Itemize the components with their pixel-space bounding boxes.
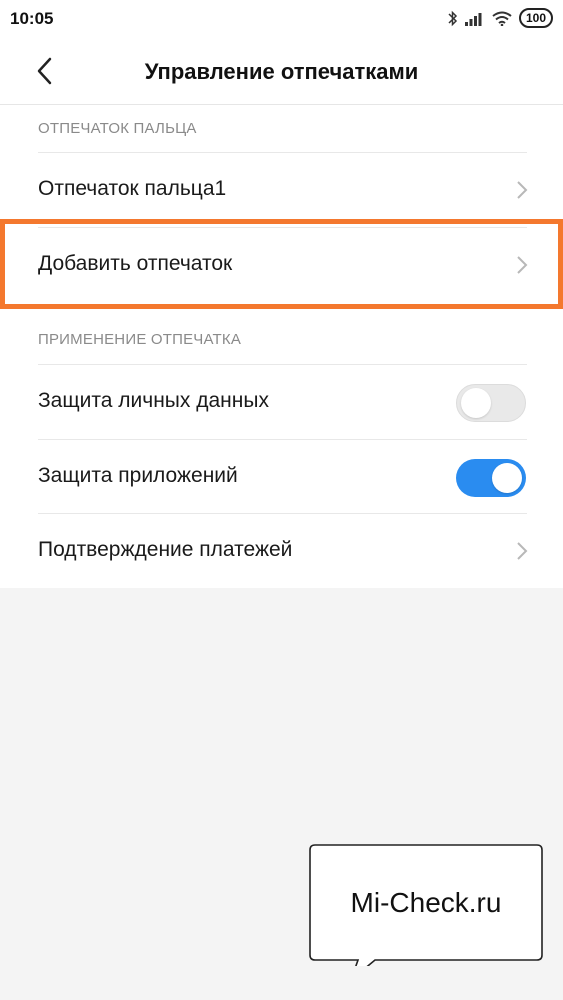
list-item-payment-confirmation[interactable]: Подтверждение платежей: [0, 514, 563, 588]
chevron-right-icon: [517, 542, 528, 560]
chevron-right-icon: [517, 181, 528, 199]
list-item-add-fingerprint[interactable]: Добавить отпечаток: [0, 228, 563, 302]
toggle-knob: [461, 388, 491, 418]
list-item-label: Добавить отпечаток: [38, 252, 233, 275]
list-item-label: Защита приложений: [38, 464, 238, 487]
section-header-fingerprint: ОТПЕЧАТОК ПАЛЬЦА: [38, 120, 197, 137]
wifi-icon: [492, 11, 512, 26]
bluetooth-icon: [448, 10, 458, 26]
app-protection-toggle[interactable]: [456, 459, 526, 497]
toggle-knob: [492, 463, 522, 493]
status-icons: 100: [448, 8, 553, 28]
watermark-text: Mi-Check.ru: [350, 887, 502, 918]
privacy-protection-toggle[interactable]: [456, 384, 526, 422]
list-item-label: Отпечаток пальца1: [38, 177, 227, 200]
settings-screen: 10:05 100 Управление отпечатками ОТПЕЧАТ…: [0, 0, 563, 588]
list-item-label: Подтверждение платежей: [38, 538, 293, 561]
status-time: 10:05: [10, 9, 54, 28]
battery-indicator: 100: [518, 8, 553, 28]
signal-icon: [464, 12, 482, 26]
title-bar: Управление отпечатками: [0, 38, 563, 105]
list-item-fingerprint-1[interactable]: Отпечаток пальца1: [0, 153, 563, 227]
section-header-fingerprint-usage: ПРИМЕНЕНИЕ ОТПЕЧАТКА: [38, 331, 242, 348]
list-item-label: Защита личных данных: [38, 389, 269, 412]
list-item-app-protection[interactable]: Защита приложений: [0, 440, 563, 514]
page-title: Управление отпечатками: [144, 59, 419, 84]
list-item-privacy-protection[interactable]: Защита личных данных: [0, 365, 563, 439]
chevron-right-icon: [517, 256, 528, 274]
status-bar: 10:05 100: [0, 0, 563, 38]
